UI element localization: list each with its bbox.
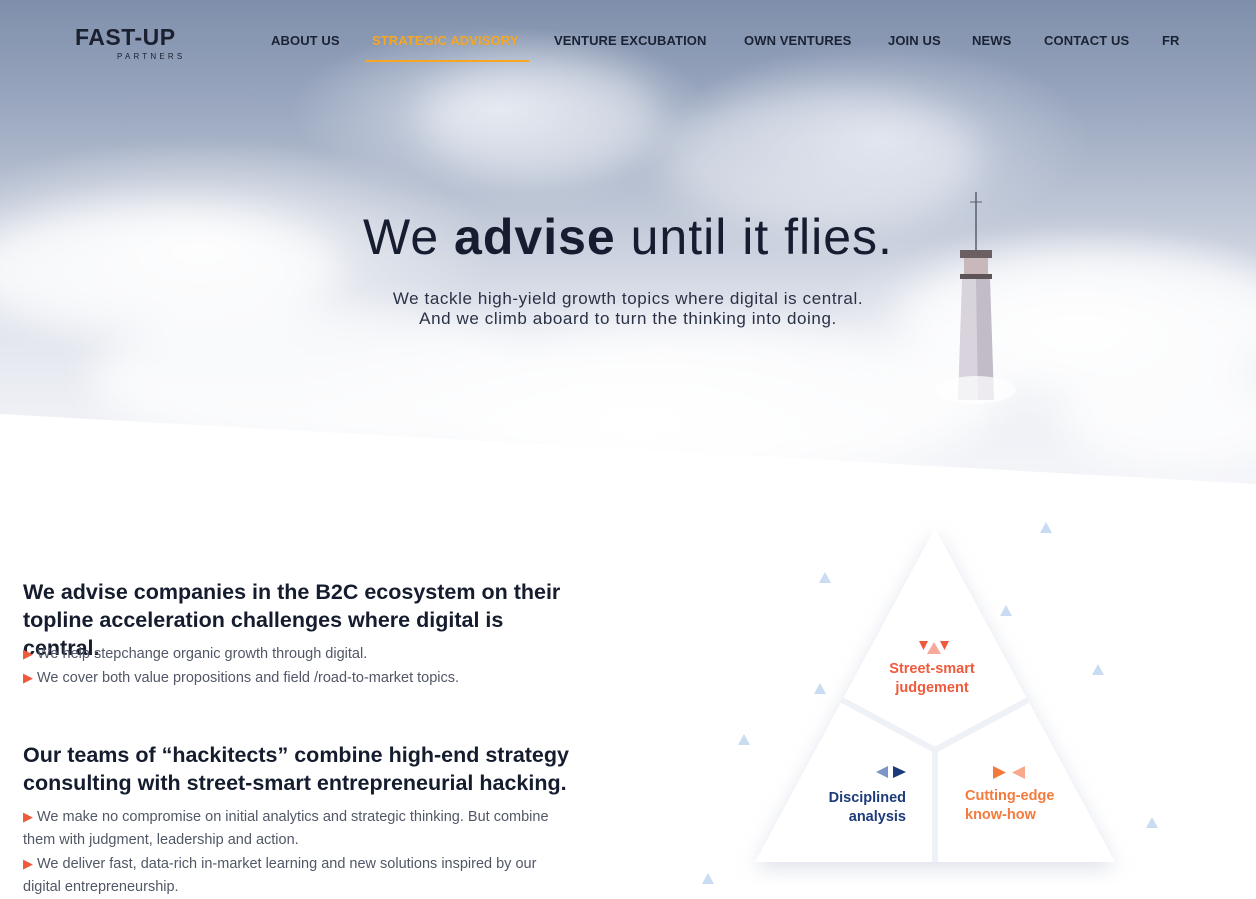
label-street-smart-line2: judgement — [895, 680, 969, 696]
list-item-text: We make no compromise on initial analyti… — [23, 809, 549, 848]
label-disciplined-line2: analysis — [848, 809, 906, 825]
nav-venture-excubation[interactable]: VENTURE EXCUBATION — [554, 33, 707, 48]
nav-about-us[interactable]: ABOUT US — [271, 33, 340, 48]
hero-subtitle: We tackle high-yield growth topics where… — [0, 289, 1256, 329]
hero-title-pre: We — [363, 209, 455, 265]
section2-heading-line1: Our teams of “hackitects” combine high-e… — [23, 743, 569, 767]
label-street-smart-line1: Street-smart — [889, 661, 975, 677]
list-item-text: We cover both value propositions and fie… — [37, 670, 460, 686]
section2-bullets: ▶ We make no compromise on initial analyt… — [23, 805, 553, 899]
nav-language-fr[interactable]: FR — [1162, 33, 1180, 48]
brand-tagline: PARTNERS — [117, 52, 186, 61]
hero-banner: We advise until it flies. We tackle high… — [0, 0, 1256, 484]
section1-bullets: ▶ We help stepchange organic growth throu… — [23, 642, 583, 690]
hero-title: We advise until it flies. — [0, 208, 1256, 266]
hero-title-bold: advise — [454, 209, 616, 265]
arrow-right-icon: ▶ — [23, 670, 33, 685]
label-street-smart: Street-smart judgement — [872, 660, 992, 698]
nav-news[interactable]: NEWS — [972, 33, 1011, 48]
nav-active-indicator — [366, 60, 529, 62]
hero-subtitle-line1: We tackle high-yield growth topics where… — [392, 289, 864, 308]
list-item-text: We help stepchange organic growth throug… — [37, 646, 368, 662]
label-cutting-edge: Cutting-edge know-how — [965, 787, 1085, 825]
arrow-right-icon: ▶ — [23, 856, 33, 871]
label-disciplined-analysis: Disciplined analysis — [810, 789, 906, 827]
brand-logo[interactable]: FAST-UP PARTNERS — [75, 24, 190, 64]
arrow-right-icon: ▶ — [23, 809, 33, 824]
list-item: ▶ We deliver fast, data-rich in-market le… — [23, 852, 553, 899]
brand-name: FAST-UP — [75, 24, 176, 50]
label-cutting-edge-line1: Cutting-edge — [965, 788, 1055, 804]
list-item: ▶ We cover both value propositions and fi… — [23, 666, 583, 690]
nav-strategic-advisory[interactable]: STRATEGIC ADVISORY — [372, 33, 519, 48]
section2-heading: Our teams of “hackitects” combine high-e… — [23, 741, 583, 797]
hero-title-post: until it flies. — [615, 209, 893, 265]
list-item: ▶ We help stepchange organic growth throu… — [23, 642, 583, 666]
label-disciplined-line1: Disciplined — [828, 790, 906, 806]
section1-heading-line1: We advise companies in the B2C ecosystem… — [23, 580, 561, 604]
list-item-text: We deliver fast, data-rich in-market lea… — [23, 856, 537, 895]
list-item: ▶ We make no compromise on initial analyt… — [23, 805, 553, 852]
nav-contact-us[interactable]: CONTACT US — [1044, 33, 1129, 48]
capabilities-diagram: Street-smart judgement Disciplined analy… — [690, 500, 1190, 884]
arrow-right-icon: ▶ — [23, 646, 33, 661]
hero-subtitle-line2: And we climb aboard to turn the thinking… — [419, 309, 837, 328]
section2-heading-line2: consulting with street-smart entrepreneu… — [23, 771, 567, 795]
label-cutting-edge-line2: know-how — [965, 807, 1036, 823]
nav-own-ventures[interactable]: OWN VENTURES — [744, 33, 851, 48]
nav-join-us[interactable]: JOIN US — [888, 33, 941, 48]
